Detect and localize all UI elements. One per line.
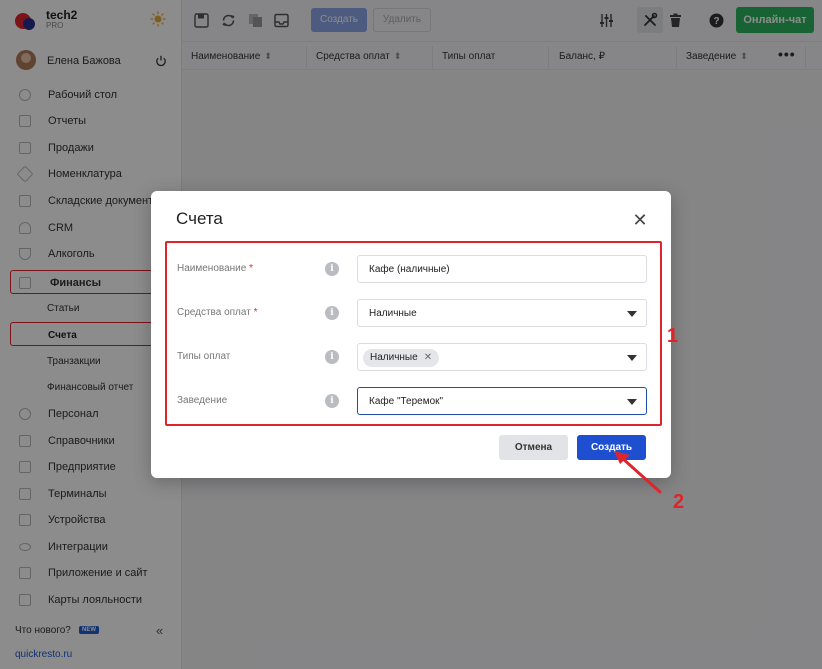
field-label-text: Наименование bbox=[177, 263, 247, 274]
chevron-down-icon bbox=[627, 355, 637, 361]
info-icon[interactable]: i bbox=[325, 262, 339, 276]
chevron-down-icon bbox=[627, 399, 637, 405]
payment-type-chip: Наличные ✕ bbox=[363, 349, 440, 367]
select-value: Наличные bbox=[369, 308, 417, 319]
field-row-name: Наименование * i Кафе (наличные) bbox=[167, 243, 664, 287]
payment-means-select[interactable]: Наличные bbox=[357, 299, 647, 327]
annotation-number-2: 2 bbox=[673, 491, 685, 513]
field-label-text: Средства оплат bbox=[177, 307, 251, 318]
annotation-number-1: 1 bbox=[667, 325, 679, 347]
cancel-button[interactable]: Отмена bbox=[499, 435, 568, 460]
chip-label: Наличные bbox=[370, 352, 418, 363]
field-label: Наименование * bbox=[177, 263, 253, 274]
name-input[interactable]: Кафе (наличные) bbox=[357, 255, 647, 283]
info-icon[interactable]: i bbox=[325, 394, 339, 408]
info-icon[interactable]: i bbox=[325, 306, 339, 320]
chevron-down-icon bbox=[627, 311, 637, 317]
required-mark: * bbox=[249, 263, 254, 274]
close-icon[interactable]: ✕ bbox=[631, 211, 649, 229]
field-row-means: Средства оплат * i Наличные bbox=[167, 287, 664, 331]
field-label: Заведение bbox=[177, 395, 228, 406]
input-value: Кафе (наличные) bbox=[369, 264, 450, 275]
annotation-highlight-form: Наименование * i Кафе (наличные) Средств… bbox=[165, 241, 662, 426]
payment-types-select[interactable]: Наличные ✕ bbox=[357, 343, 647, 371]
info-icon[interactable]: i bbox=[325, 350, 339, 364]
annotation-arrow bbox=[614, 451, 662, 494]
select-value: Кафе "Теремок" bbox=[369, 396, 444, 407]
field-label: Средства оплат * bbox=[177, 307, 258, 318]
chip-remove-icon[interactable]: ✕ bbox=[424, 352, 432, 363]
required-mark: * bbox=[253, 307, 258, 318]
venue-select[interactable]: Кафе "Теремок" bbox=[357, 387, 647, 415]
account-dialog: Счета ✕ Наименование * i Кафе (наличные)… bbox=[151, 191, 671, 478]
field-row-types: Типы оплат i Наличные ✕ bbox=[167, 331, 664, 375]
dialog-title: Счета bbox=[176, 209, 223, 228]
field-label: Типы оплат bbox=[177, 351, 231, 362]
field-row-venue: Заведение i Кафе "Теремок" bbox=[167, 375, 664, 419]
